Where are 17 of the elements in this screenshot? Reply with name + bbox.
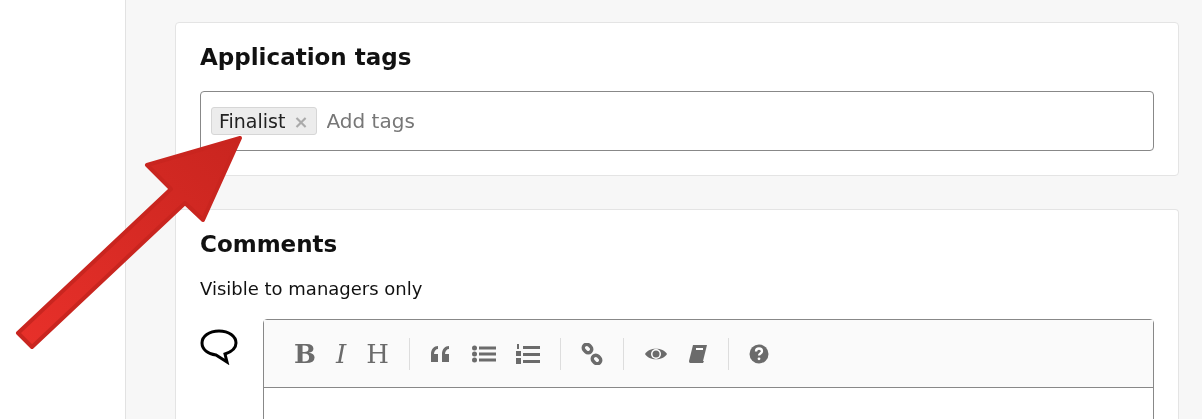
bold-button[interactable]: B (294, 338, 316, 369)
help-icon[interactable] (748, 343, 769, 364)
comment-editor[interactable]: B I H (263, 319, 1154, 419)
book-icon[interactable] (687, 343, 708, 364)
card-title: Comments (200, 230, 339, 259)
tag-label: Finalist (219, 110, 286, 132)
bullet-list-icon[interactable] (471, 344, 496, 363)
link-icon[interactable] (580, 342, 603, 365)
numbered-list-icon[interactable] (515, 342, 540, 365)
heading-button[interactable]: H (366, 338, 389, 369)
tags-field[interactable]: Finalist × Add tags (200, 91, 1154, 151)
italic-button[interactable]: I (336, 338, 347, 369)
speech-bubble-icon (200, 329, 238, 365)
tag-input[interactable]: Add tags (324, 108, 1143, 134)
card-title: Application tags (200, 43, 413, 72)
quote-icon[interactable] (429, 344, 452, 363)
visibility-note: Visible to managers only (200, 278, 424, 299)
